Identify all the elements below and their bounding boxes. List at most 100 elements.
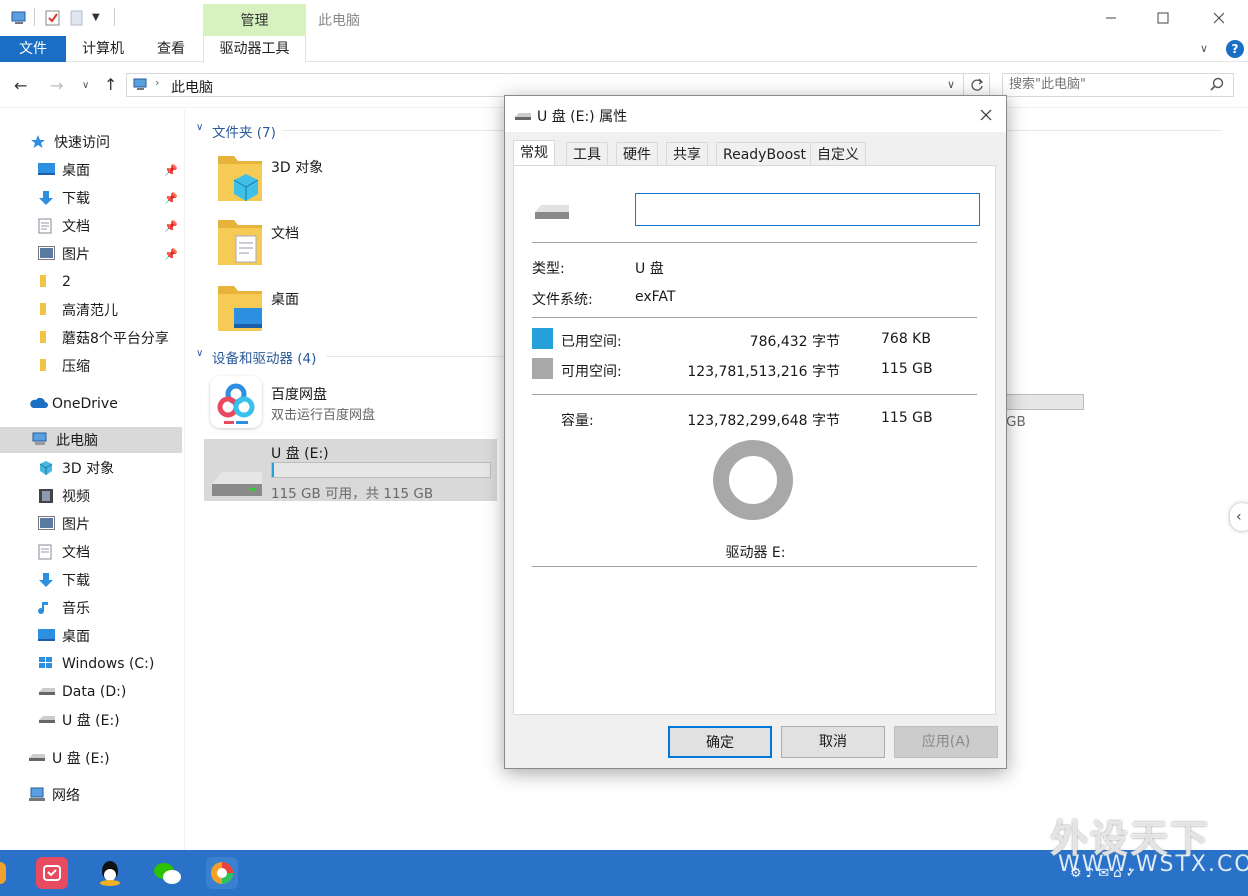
baidu-netdisk-name[interactable]: 百度网盘 xyxy=(271,384,327,404)
folder-3d-objects-icon[interactable] xyxy=(216,152,264,208)
collapse-folders-icon[interactable]: ∨ xyxy=(196,122,203,133)
search-icon xyxy=(1210,77,1224,95)
sidebar-item-onedrive[interactable]: OneDrive xyxy=(0,391,182,417)
document-icon xyxy=(38,218,56,234)
sidebar-item-pictures[interactable]: 图片 📌 xyxy=(0,241,182,267)
taskbar-qq-icon[interactable] xyxy=(94,857,126,889)
usb-capacity-bar xyxy=(271,462,491,478)
taskbar-app-red-icon[interactable] xyxy=(36,857,68,889)
ok-button[interactable]: 确定 xyxy=(668,726,772,758)
tab-sharing[interactable]: 共享 xyxy=(666,142,708,166)
folder-desktop-name[interactable]: 桌面 xyxy=(271,289,299,309)
folder-desktop-icon[interactable] xyxy=(216,282,264,338)
devices-section-header[interactable]: 设备和驱动器 (4) xyxy=(212,347,316,367)
watermark-url: WWW.WSTX.COM xyxy=(1058,852,1248,877)
capacity-donut-chart xyxy=(713,440,793,520)
tab-tools[interactable]: 工具 xyxy=(566,142,608,166)
up-icon[interactable]: ↑ xyxy=(104,75,117,94)
sidebar-item-3d-objects[interactable]: 3D 对象 xyxy=(0,455,182,481)
back-icon[interactable]: ← xyxy=(14,76,27,95)
pictures-icon xyxy=(38,246,56,262)
baidu-netdisk-desc: 双击运行百度网盘 xyxy=(271,408,376,423)
properties-icon[interactable] xyxy=(44,9,62,27)
tab-general[interactable]: 常规 xyxy=(513,140,555,166)
folder-documents-name[interactable]: 文档 xyxy=(271,223,299,243)
tab-file[interactable]: 文件 xyxy=(0,36,66,62)
dialog-close-button[interactable] xyxy=(975,104,997,126)
recent-dropdown-icon[interactable]: ∨ xyxy=(82,80,89,91)
sidebar-item-music[interactable]: 音乐 xyxy=(0,595,182,621)
tab-view[interactable]: 查看 xyxy=(157,36,185,62)
minimize-button[interactable] xyxy=(1088,6,1134,30)
baidu-netdisk-icon[interactable] xyxy=(210,376,262,428)
sidebar-item-folder-mogu[interactable]: 蘑菇8个平台分享 xyxy=(0,325,182,351)
collapse-devices-icon[interactable]: ∨ xyxy=(196,348,203,359)
used-space-label: 已用空间: xyxy=(561,334,622,350)
side-expand-icon[interactable]: ‹ xyxy=(1230,503,1248,531)
used-space-swatch xyxy=(532,328,553,349)
sidebar-item-label: U 盘 (E:) xyxy=(62,713,120,729)
tab-hardware[interactable]: 硬件 xyxy=(616,142,658,166)
sidebar-item-downloads-pc[interactable]: 下载 xyxy=(0,567,182,593)
folder-documents-icon[interactable] xyxy=(216,216,264,272)
sidebar-item-this-pc[interactable]: 此电脑 xyxy=(0,427,182,453)
forward-icon[interactable]: → xyxy=(50,76,63,95)
usb-drive-name[interactable]: U 盘 (E:) xyxy=(271,443,329,463)
network-icon xyxy=(28,787,46,803)
sidebar-item-drive-c[interactable]: Windows (C:) xyxy=(0,651,182,677)
sidebar-item-drive-e[interactable]: U 盘 (E:) xyxy=(0,707,182,733)
tab-customize[interactable]: 自定义 xyxy=(810,142,866,166)
address-dropdown-icon[interactable]: ∨ xyxy=(947,78,955,91)
tab-drive-tools[interactable]: 驱动器工具 xyxy=(203,36,306,62)
capacity-size: 115 GB xyxy=(881,410,933,426)
sidebar-item-drive-d[interactable]: Data (D:) xyxy=(0,679,182,705)
sidebar-item-documents[interactable]: 文档 📌 xyxy=(0,213,182,239)
tab-readyboost[interactable]: ReadyBoost xyxy=(716,142,813,166)
sidebar-item-pictures-pc[interactable]: 图片 xyxy=(0,511,182,537)
folders-section-header[interactable]: 文件夹 (7) xyxy=(212,121,276,141)
refresh-button[interactable] xyxy=(964,73,990,97)
maximize-button[interactable] xyxy=(1140,6,1186,30)
help-icon[interactable]: ? xyxy=(1226,40,1244,58)
sidebar-item-usb[interactable]: U 盘 (E:) xyxy=(0,745,182,771)
folder-3d-objects-name[interactable]: 3D 对象 xyxy=(271,157,323,177)
address-bar[interactable]: › 此电脑 ∨ xyxy=(126,73,964,97)
new-folder-icon[interactable] xyxy=(70,9,84,27)
ribbon-expand-icon[interactable]: ∨ xyxy=(1200,42,1208,55)
sidebar-item-network[interactable]: 网络 xyxy=(0,782,182,808)
taskbar-app-partial-icon[interactable] xyxy=(0,862,6,884)
volume-name-input[interactable] xyxy=(635,193,980,226)
pin-icon: 📌 xyxy=(164,191,178,205)
tab-computer[interactable]: 计算机 xyxy=(82,36,124,62)
usb-drive-large-icon xyxy=(210,464,264,504)
sidebar-item-desktop[interactable]: 桌面 📌 xyxy=(0,157,182,183)
sidebar-item-label: 蘑菇8个平台分享 xyxy=(62,331,169,347)
drive-icon xyxy=(38,684,56,700)
sidebar-item-downloads[interactable]: 下载 📌 xyxy=(0,185,182,211)
cancel-button[interactable]: 取消 xyxy=(781,726,885,758)
sidebar-item-desktop-pc[interactable]: 桌面 xyxy=(0,623,182,649)
used-space-size: 768 KB xyxy=(881,331,931,347)
sidebar-item-videos[interactable]: 视频 xyxy=(0,483,182,509)
sidebar-item-label: 下载 xyxy=(62,191,90,207)
this-pc-icon xyxy=(32,432,50,448)
search-input[interactable]: 搜索"此电脑" xyxy=(1002,73,1234,97)
sidebar-item-quick-access[interactable]: 快速访问 xyxy=(0,129,182,155)
cloud-icon xyxy=(28,396,48,412)
sidebar-item-folder-gaoqing[interactable]: 高清范儿 xyxy=(0,297,182,323)
breadcrumb[interactable]: 此电脑 xyxy=(171,77,213,97)
sidebar-item-folder-compress[interactable]: 压缩 xyxy=(0,353,182,379)
quick-access-dropdown-icon[interactable]: ▼ xyxy=(92,9,104,27)
manage-tab[interactable]: 管理 xyxy=(203,4,306,36)
sidebar-item-folder-2[interactable]: 2 xyxy=(0,269,182,295)
free-space-swatch xyxy=(532,358,553,379)
apply-button[interactable]: 应用(A) xyxy=(894,726,998,758)
taskbar-wechat-icon[interactable] xyxy=(151,857,183,889)
close-button[interactable] xyxy=(1196,6,1242,30)
film-icon xyxy=(38,488,56,504)
sidebar-item-label: 桌面 xyxy=(62,163,90,179)
taskbar-browser-icon[interactable] xyxy=(206,857,238,889)
sidebar-item-documents-pc[interactable]: 文档 xyxy=(0,539,182,565)
refresh-icon xyxy=(970,78,983,91)
sidebar-item-label: 音乐 xyxy=(62,601,90,617)
